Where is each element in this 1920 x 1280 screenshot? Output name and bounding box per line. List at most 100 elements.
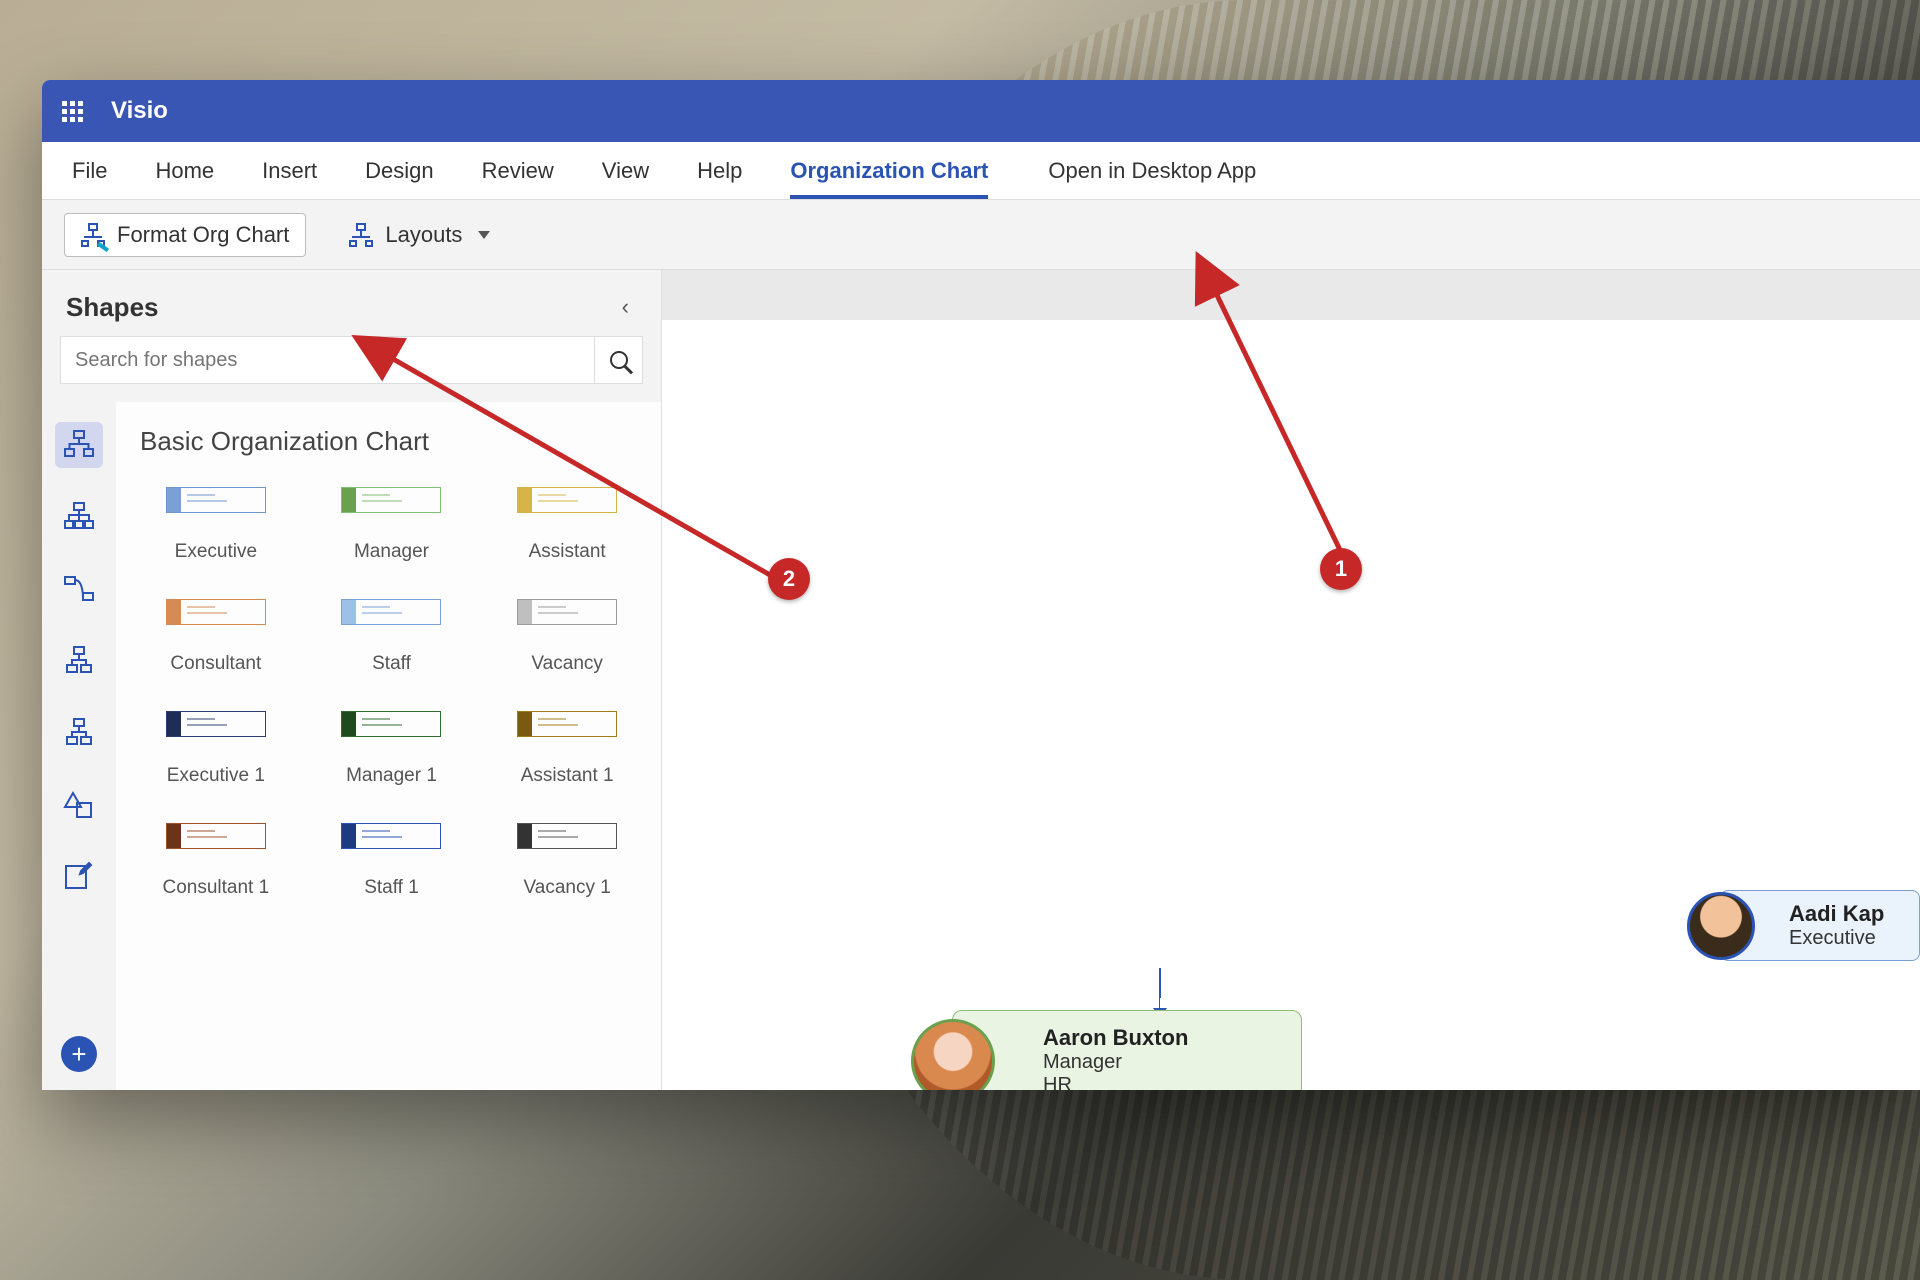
stencil-tab-shapes-basic[interactable] — [55, 782, 103, 828]
shape-executive[interactable]: Executive — [140, 487, 292, 591]
tab-insert[interactable]: Insert — [262, 142, 317, 199]
shapes-search-row — [42, 336, 661, 402]
shape-label: Assistant — [529, 541, 606, 563]
org-connector-line — [1159, 968, 1160, 1010]
tab-file[interactable]: File — [72, 142, 107, 199]
tab-help[interactable]: Help — [697, 142, 742, 199]
tab-review[interactable]: Review — [482, 142, 554, 199]
app-launcher-icon[interactable] — [62, 101, 83, 122]
shape-assistant-1[interactable]: Assistant 1 — [491, 711, 643, 815]
shape-grid: Executive Manager Assistant Consultant Staff… — [140, 487, 643, 927]
layouts-dropdown[interactable]: Layouts — [332, 213, 507, 257]
search-shapes-input[interactable] — [60, 336, 595, 384]
shape-label: Assistant 1 — [521, 765, 614, 787]
shape-label: Vacancy 1 — [524, 877, 611, 899]
shape-thumb-icon — [517, 823, 617, 849]
node-department: HR — [1043, 1074, 1281, 1090]
annotation-badge-2: 2 — [768, 558, 810, 600]
layouts-icon — [349, 223, 373, 247]
shape-consultant[interactable]: Consultant — [140, 599, 292, 703]
org-chart-icon — [63, 429, 95, 461]
stencil-tab-org-basic[interactable] — [55, 422, 103, 468]
shape-thumb-icon — [166, 487, 266, 513]
shape-manager-1[interactable]: Manager 1 — [316, 711, 468, 815]
basic-shapes-icon — [63, 789, 95, 821]
shape-label: Executive — [175, 541, 257, 563]
stencil-tab-org-alt3[interactable] — [55, 638, 103, 684]
shape-consultant-1[interactable]: Consultant 1 — [140, 823, 292, 927]
shape-thumb-icon — [341, 487, 441, 513]
shape-label: Executive 1 — [167, 765, 265, 787]
ribbon-tabs: File Home Insert Design Review View Help… — [42, 142, 1920, 200]
shape-thumb-icon — [517, 599, 617, 625]
shape-thumb-icon — [517, 487, 617, 513]
org-node-manager[interactable]: Aaron Buxton Manager HR — [952, 1010, 1302, 1090]
node-name: Aaron Buxton — [1043, 1025, 1281, 1051]
org-chart-flow-icon — [63, 573, 95, 605]
shape-manager[interactable]: Manager — [316, 487, 468, 591]
shape-label: Staff — [372, 653, 411, 675]
org-chart-icon — [63, 717, 95, 749]
shapes-panel-body: + Basic Organization Chart ExecutiveMana… — [42, 402, 661, 1090]
ribbon-toolbar: Format Org Chart Layouts — [42, 200, 1920, 270]
stencil-list: Basic Organization Chart ExecutiveManage… — [116, 402, 661, 1090]
search-icon — [610, 351, 628, 369]
stencil-tab-org-alt2[interactable] — [55, 566, 103, 612]
shape-thumb-icon — [166, 599, 266, 625]
annotation-badge-1: 1 — [1320, 548, 1362, 590]
tab-design[interactable]: Design — [365, 142, 433, 199]
shape-executive-1[interactable]: Executive 1 — [140, 711, 292, 815]
shape-thumb-icon — [341, 711, 441, 737]
tab-view[interactable]: View — [602, 142, 649, 199]
shape-label: Manager 1 — [346, 765, 437, 787]
shape-vacancy-1[interactable]: Vacancy 1 — [491, 823, 643, 927]
org-connector-line — [1160, 968, 1920, 998]
collapse-panel-button[interactable]: ‹ — [614, 290, 637, 324]
drawing-canvas[interactable]: Aadi Kap Executive Aaron Buxton Manager … — [662, 320, 1920, 1090]
open-in-desktop-app-link[interactable]: Open in Desktop App — [1048, 158, 1256, 184]
org-chart-format-icon — [81, 223, 105, 247]
titlebar: Visio — [42, 80, 1920, 142]
shape-label: Consultant 1 — [162, 877, 269, 899]
shape-label: Consultant — [170, 653, 261, 675]
org-node-executive[interactable]: Aadi Kap Executive — [1720, 890, 1920, 961]
node-role: Manager — [1043, 1051, 1281, 1074]
org-chart-icon — [63, 645, 95, 677]
shape-assistant[interactable]: Assistant — [491, 487, 643, 591]
stencil-edit-icon — [63, 861, 95, 893]
stencil-tab-custom[interactable] — [55, 854, 103, 900]
layouts-label: Layouts — [385, 222, 462, 248]
format-org-chart-button[interactable]: Format Org Chart — [64, 213, 306, 257]
chevron-down-icon — [478, 231, 490, 239]
shape-thumb-icon — [517, 711, 617, 737]
plus-icon: + — [71, 1039, 86, 1070]
avatar — [911, 1019, 995, 1090]
shape-vacancy[interactable]: Vacancy — [491, 599, 643, 703]
stencil-tab-org-alt1[interactable] — [55, 494, 103, 540]
shape-thumb-icon — [341, 599, 441, 625]
avatar — [1687, 892, 1755, 960]
shape-label: Manager — [354, 541, 429, 563]
search-button[interactable] — [595, 336, 643, 384]
node-name: Aadi Kap — [1789, 901, 1884, 927]
visio-app-window: Visio File Home Insert Design Review Vie… — [42, 80, 1920, 1090]
add-stencil-button[interactable]: + — [61, 1036, 97, 1072]
stencil-tab-org-alt4[interactable] — [55, 710, 103, 756]
shape-thumb-icon — [166, 711, 266, 737]
tab-home[interactable]: Home — [155, 142, 214, 199]
shape-thumb-icon — [166, 823, 266, 849]
shapes-panel: Shapes ‹ — [42, 270, 662, 1090]
canvas-area: Aadi Kap Executive Aaron Buxton Manager … — [662, 270, 1920, 1090]
org-chart-icon — [63, 501, 95, 533]
shapes-panel-title: Shapes — [66, 292, 159, 323]
shape-staff-1[interactable]: Staff 1 — [316, 823, 468, 927]
tab-organization-chart[interactable]: Organization Chart — [790, 142, 988, 199]
canvas-ruler-strip — [662, 270, 1920, 320]
stencil-category-tabs: + — [42, 402, 116, 1090]
shapes-panel-header: Shapes ‹ — [42, 270, 661, 336]
shape-label: Vacancy — [531, 653, 602, 675]
app-body: Shapes ‹ — [42, 270, 1920, 1090]
app-name: Visio — [111, 97, 168, 125]
shape-staff[interactable]: Staff — [316, 599, 468, 703]
node-role: Executive — [1789, 927, 1884, 950]
